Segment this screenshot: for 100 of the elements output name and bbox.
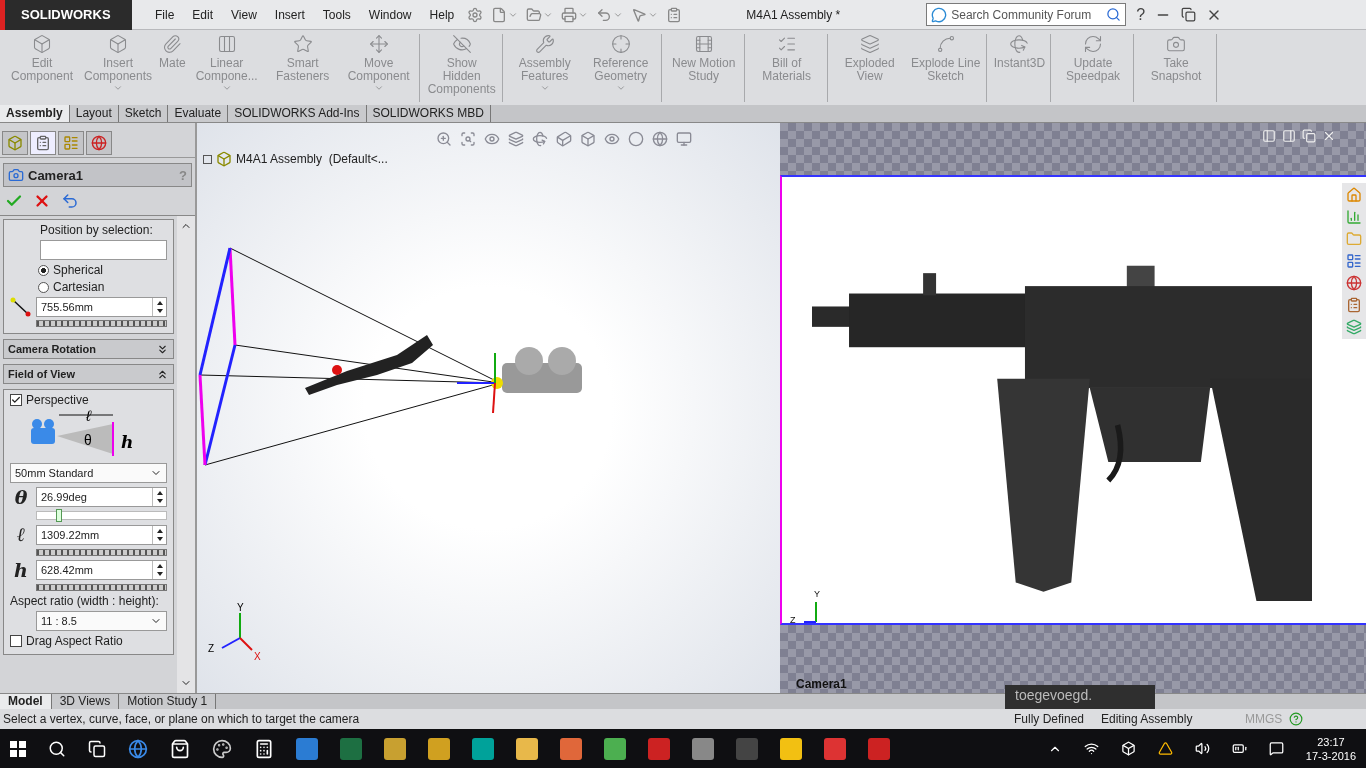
open-folder-icon[interactable] [526,6,543,23]
cube-icon[interactable] [555,131,572,147]
zoom-icon[interactable] [435,131,452,147]
menu-item[interactable]: Window [359,7,421,22]
list-icon[interactable] [1346,253,1362,269]
app-icon[interactable] [692,737,714,760]
app-icon[interactable] [604,737,626,760]
help-button[interactable]: ? [1136,5,1146,24]
restore-icon[interactable] [1181,7,1197,22]
chart-icon[interactable] [1346,209,1362,225]
view-tab[interactable]: 3D Views [51,694,120,709]
app-icon[interactable] [428,737,450,760]
expand-icon[interactable] [203,154,212,164]
home-icon[interactable] [1346,187,1362,203]
view-tab[interactable]: Model [0,694,52,709]
layers-icon[interactable] [1346,319,1362,335]
new-document-icon[interactable] [491,6,508,23]
app-icon[interactable] [472,737,494,760]
box-icon[interactable] [1120,741,1136,756]
spinner-arrows-icon[interactable] [155,527,164,542]
circle-icon[interactable] [627,131,644,147]
triangle-icon[interactable] [1157,741,1173,756]
selection-field[interactable] [40,240,167,260]
section-icon[interactable] [507,131,524,147]
wifi-icon[interactable] [1083,741,1099,756]
menu-item[interactable]: Edit [183,7,223,22]
radio-button[interactable] [38,264,49,276]
battery-icon[interactable] [1231,741,1247,756]
distance-field[interactable]: 755.56mm [36,297,167,317]
ruler-control[interactable] [36,584,167,591]
ruler-control[interactable] [36,320,167,327]
manager-tab[interactable] [58,131,84,155]
task-view-icon[interactable] [88,739,106,758]
ribbon-tab[interactable]: SOLIDWORKS MBD [366,105,491,122]
checkbox[interactable] [10,635,22,647]
checkbox[interactable] [10,394,22,406]
globe-icon[interactable] [1346,275,1362,291]
globe-icon[interactable] [651,131,668,147]
menu-item[interactable]: Help [420,7,464,22]
store-icon[interactable] [170,738,190,759]
tree-item[interactable]: M4A1 Assembly (Default<... [236,152,388,166]
box-icon [7,135,23,151]
manager-tab[interactable] [86,131,112,155]
ruler-control[interactable] [36,549,167,556]
scrollbar[interactable] [177,216,195,693]
ribbon-tab[interactable]: Evaluate [168,105,229,122]
crosshair-icon [610,34,631,54]
section-header[interactable]: Field of View [3,364,174,384]
pointer-icon[interactable] [631,6,648,23]
wrench-icon [534,34,555,54]
radio-button[interactable] [38,281,49,293]
spinner-arrows-icon[interactable] [155,300,164,314]
menu-item[interactable]: File [146,7,184,22]
slider-thumb[interactable] [56,509,63,522]
value-field[interactable]: 628.42mm [36,560,167,580]
menu-item[interactable]: View [222,7,266,22]
app-icon[interactable] [384,737,406,760]
search-field[interactable]: Search Community Forum [926,3,1127,26]
monitor-icon[interactable] [675,131,692,147]
volume-icon[interactable] [1194,741,1210,756]
app-icon[interactable] [780,737,802,760]
app-icon[interactable] [560,737,582,760]
manager-tab[interactable] [2,131,28,155]
rotate-icon[interactable] [531,131,548,147]
ribbon-tab[interactable]: Assembly [0,105,70,122]
clipboard-icon[interactable] [1346,297,1362,313]
ribbon-tab[interactable]: SOLIDWORKS Add-Ins [228,105,367,122]
section-header[interactable]: Camera Rotation [3,339,174,359]
view-tab[interactable]: Motion Study 1 [119,694,217,709]
search-icon[interactable] [48,739,66,758]
calculator-icon[interactable] [254,738,274,759]
undo-icon[interactable] [596,6,613,23]
manager-tab[interactable] [30,131,56,155]
undo-icon[interactable] [61,192,79,210]
app-icon[interactable] [516,737,538,760]
dropdown[interactable]: 11 : 8.5 [36,611,167,631]
zoom-area-icon[interactable] [459,131,476,147]
spinner-arrows-icon[interactable] [155,563,164,577]
spinner-arrows-icon[interactable] [155,490,164,504]
help-icon[interactable] [1289,712,1303,726]
cancel-icon[interactable] [33,192,51,210]
view-icon[interactable] [483,131,500,147]
clock[interactable]: 23:17 17-3-2016 [1305,734,1356,763]
menu-item[interactable]: Tools [313,7,360,22]
menu-item[interactable]: Insert [265,7,314,22]
app-logo: SOLIDWORKS [0,0,132,30]
browser-icon[interactable] [128,738,148,759]
notification-icon[interactable] [1268,741,1284,756]
grid-icon [216,34,237,54]
panel-icon[interactable] [1282,129,1296,143]
value-field[interactable]: 1309.22mm [36,524,167,545]
dropdown[interactable]: 50mm Standard [10,463,167,483]
print-icon[interactable] [561,6,578,23]
windows-logo-icon[interactable] [10,740,26,757]
ribbon-tab[interactable]: Sketch [118,105,169,122]
panel-icon[interactable] [1262,129,1276,143]
value-field[interactable]: 26.99deg [36,487,167,507]
palette-icon[interactable] [212,738,232,759]
eye-icon[interactable] [603,131,620,147]
ribbon-tab[interactable]: Layout [69,105,119,122]
